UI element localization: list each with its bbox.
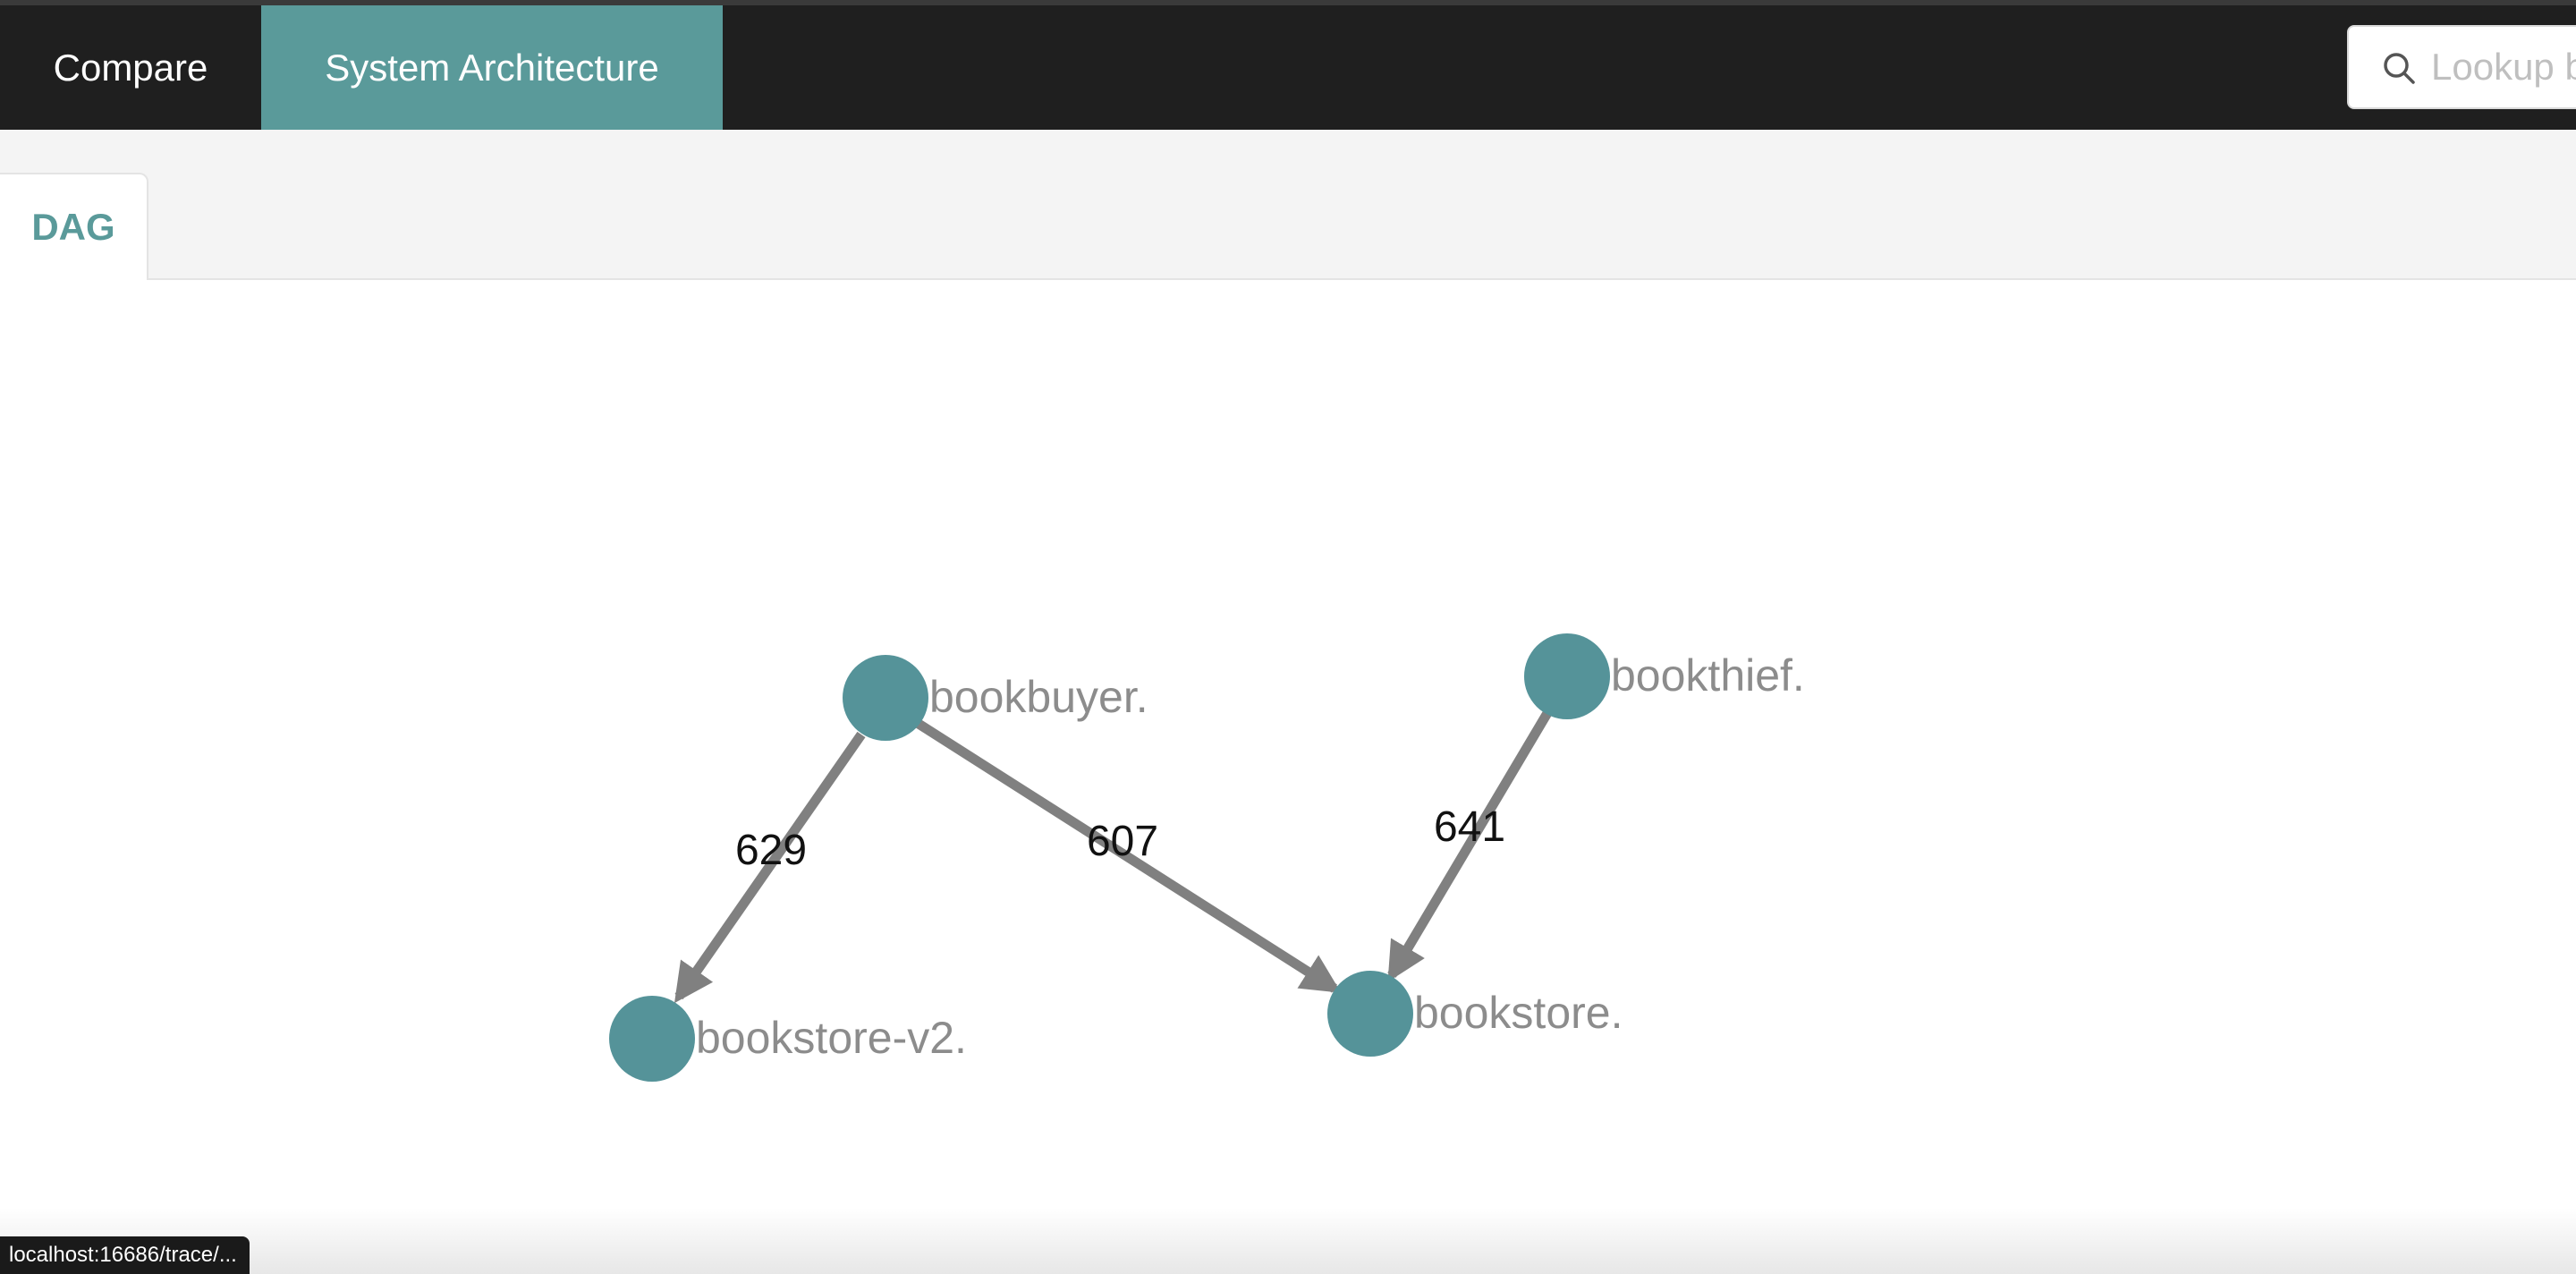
node-bookstore-v2[interactable] xyxy=(609,996,695,1082)
dag-canvas: 629 607 641 bookbuyer. bookthief. bookst… xyxy=(0,280,2576,1274)
view-tab-bar: DAG xyxy=(0,130,2576,280)
edge-label-629: 629 xyxy=(735,827,807,874)
node-label-bookstore: bookstore. xyxy=(1414,988,1623,1038)
node-bookthief[interactable] xyxy=(1524,633,1610,719)
tab-dag[interactable]: DAG xyxy=(0,173,148,280)
node-label-bookbuyer: bookbuyer. xyxy=(929,672,1148,722)
edge-label-641: 641 xyxy=(1434,803,1505,851)
link-url-status: localhost:16686/trace/... xyxy=(0,1236,250,1274)
bottom-shadow xyxy=(0,1208,2576,1274)
trace-id-search-input[interactable] xyxy=(2431,27,2576,107)
nav-item-system-architecture[interactable]: System Architecture xyxy=(261,5,723,130)
edge-label-607: 607 xyxy=(1087,818,1158,865)
node-bookbuyer[interactable] xyxy=(843,655,928,741)
node-label-bookstore-v2: bookstore-v2. xyxy=(696,1013,967,1063)
dag-graph: 629 607 641 bookbuyer. bookthief. bookst… xyxy=(609,633,1805,1082)
trace-search-box[interactable] xyxy=(2347,25,2576,109)
top-navigation: Compare System Architecture xyxy=(0,5,2576,130)
node-label-bookthief: bookthief. xyxy=(1611,650,1805,701)
nav-item-compare[interactable]: Compare xyxy=(0,5,261,130)
search-icon xyxy=(2384,53,2415,84)
node-bookstore[interactable] xyxy=(1327,971,1413,1057)
